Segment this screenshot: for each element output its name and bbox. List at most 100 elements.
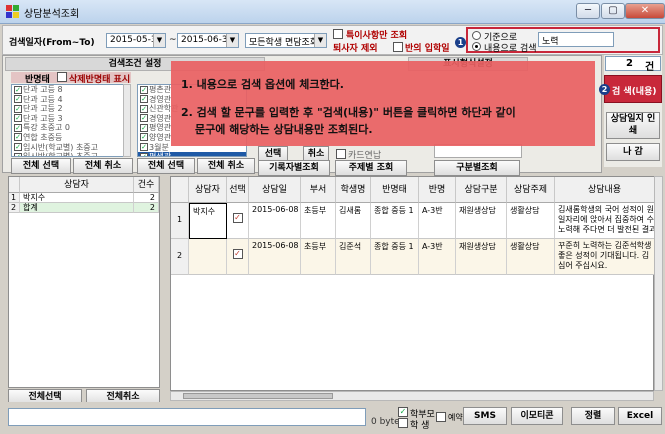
class-item-checkbox[interactable]: ✓ <box>14 104 22 113</box>
counsel-print-button[interactable]: 상담일지 인 쇄 <box>606 112 660 139</box>
select-cell[interactable]: ✓ <box>227 239 249 275</box>
content-search-input[interactable]: 노력 <box>538 32 614 47</box>
reserve-checkbox[interactable] <box>436 412 446 422</box>
sms-button[interactable]: SMS <box>463 407 507 425</box>
parent-checkbox[interactable]: ✓ <box>398 407 408 417</box>
column-header[interactable]: 상담주제 <box>507 177 555 203</box>
chevron-down-icon[interactable]: ▼ <box>314 34 326 47</box>
class-type-list[interactable]: ✓ 단과 고등 8 ✓ 단과 고등 4 ✓ 단과 고등 2 ✓ 단과 고등 3 ✓ 특강 초중고 … <box>11 84 131 157</box>
class-list-item[interactable]: ✓ 임시반(학교별) 초중고 <box>12 143 130 153</box>
title-bar: 상담분석조회 ─ ▢ ✕ <box>0 0 665 24</box>
card-payment-checkbox[interactable] <box>336 149 346 159</box>
teacher-item-checkbox[interactable]: ✓ <box>140 133 148 142</box>
right-panel: 2 건 2 검 색(내용) 상담일지 인 쇄 나 감 <box>599 55 662 167</box>
class-list-item[interactable]: ✓ 단과 고등 3 <box>12 114 130 124</box>
counselor-name-cell[interactable]: 합계 <box>20 203 134 213</box>
class-list-scrollbar[interactable] <box>123 84 131 157</box>
class-item-checkbox[interactable]: ✓ <box>14 133 22 142</box>
detail-class-cell: A-3반 <box>419 239 456 275</box>
radio-basic[interactable] <box>472 31 481 40</box>
cancel-all-button-2[interactable]: 전체 취소 <box>197 158 255 174</box>
detail-category-cell: 재원생상담 <box>456 239 507 275</box>
detail-content-cell: 꾸준히 노력하는 김준석학생 좋은 성적이 기대됩니다. 김 심어 주십시요. <box>555 239 655 275</box>
class-item-checkbox[interactable]: ✓ <box>14 143 22 152</box>
class-item-checkbox[interactable]: ✓ <box>14 85 22 94</box>
column-header[interactable]: 상담내용 <box>555 177 655 203</box>
select-all-button-1[interactable]: 전체 선택 <box>11 158 71 174</box>
close-button[interactable]: ✕ <box>625 3 665 19</box>
class-enroll-label: 반의 입학일 <box>405 44 450 54</box>
student-checkbox[interactable] <box>398 418 408 428</box>
class-list-item[interactable]: ✓ 특강 초중고 0 <box>12 123 130 133</box>
by-register-button[interactable]: 기록자별조회 <box>258 160 330 176</box>
teacher-item-checkbox[interactable]: ✓ <box>140 143 148 152</box>
detail-topic-cell: 생활상담 <box>507 239 555 275</box>
date-range-label: 검색일자(From~To) <box>9 38 95 48</box>
class-list-item[interactable]: ✓ 단과 고등 2 <box>12 104 130 114</box>
class-list-item[interactable]: ✓ 단과 고등 4 <box>12 95 130 105</box>
radio-content-search[interactable] <box>472 42 481 51</box>
teacher-item-checkbox[interactable]: ✓ <box>140 104 148 113</box>
calendar-dropdown-icon[interactable]: ▼ <box>153 34 165 47</box>
view-mode-select[interactable]: 모든학생 면담조회 ▼ <box>245 33 327 48</box>
sort-button[interactable]: 정렬 <box>571 407 615 425</box>
scroll-thumb[interactable] <box>183 393 333 399</box>
counselor-header: 상담자 <box>20 177 134 193</box>
row-select-checkbox[interactable]: ✓ <box>232 249 243 259</box>
teacher-item-checkbox[interactable]: ✓ <box>140 85 148 94</box>
date-to-field[interactable]: 2015-06-30 ▼ <box>177 33 239 48</box>
exit-button[interactable]: 나 감 <box>606 143 660 161</box>
detail-content-cell: 김새롬학생의 국어 성적이 원 일자리에 앉아서 집중하여 수 노력해 주다면 더 … <box>555 203 655 239</box>
special-only-checkbox[interactable] <box>333 29 343 39</box>
detail-horizontal-scrollbar[interactable] <box>170 391 654 401</box>
class-item-label: 단과 고등 8 <box>23 85 63 94</box>
reserve-label: 예약 <box>448 413 463 422</box>
class-list-item[interactable]: ✓ 임시반(학교별) 초중고 <box>12 152 130 156</box>
class-item-checkbox[interactable]: ✓ <box>14 152 22 156</box>
search-row: 검색일자(From~To) 2015-05-30 ▼ ~ 2015-06-30 ▼ … <box>2 25 663 55</box>
maximize-button[interactable]: ▢ <box>601 3 625 19</box>
teacher-list-item[interactable]: ✓ 평생관 <box>138 152 246 156</box>
counselor-name-cell[interactable]: 박지수 <box>20 193 134 203</box>
column-header[interactable]: 선택 <box>227 177 249 203</box>
column-header[interactable]: 반명태 <box>371 177 419 203</box>
class-list-item[interactable]: ✓ 연합 초중등 <box>12 133 130 143</box>
cancel-all-button-1[interactable]: 전체 취소 <box>73 158 133 174</box>
show-deleted-checkbox[interactable] <box>57 72 67 82</box>
teacher-item-checkbox[interactable]: ✓ <box>140 152 148 156</box>
calendar-dropdown-icon[interactable]: ▼ <box>226 34 238 47</box>
excel-button[interactable]: Excel <box>618 407 662 425</box>
display-format-field[interactable] <box>434 144 522 158</box>
class-item-checkbox[interactable]: ✓ <box>14 95 22 104</box>
class-list-item[interactable]: ✓ 단과 고등 8 <box>12 85 130 95</box>
row-select-checkbox[interactable]: ✓ <box>232 213 243 223</box>
column-header[interactable]: 상담일 <box>249 177 301 203</box>
teacher-item-checkbox[interactable]: ✓ <box>140 95 148 104</box>
select-cell[interactable]: ✓ <box>227 203 249 239</box>
column-header[interactable]: 부서 <box>301 177 336 203</box>
detail-class-cell: A-3반 <box>419 203 456 239</box>
teacher-item-checkbox[interactable]: ✓ <box>140 123 148 132</box>
class-enroll-checkbox[interactable] <box>393 42 403 52</box>
by-subject-button[interactable]: 주제별 조회 <box>335 160 407 176</box>
class-item-checkbox[interactable]: ✓ <box>14 123 22 132</box>
minimize-button[interactable]: ─ <box>576 3 600 19</box>
class-item-label: 단과 고등 4 <box>23 94 63 104</box>
student-label: 학 생 <box>410 421 430 431</box>
detail-vertical-scrollbar[interactable] <box>654 176 663 391</box>
column-header[interactable]: 상담자 <box>189 177 227 203</box>
column-header[interactable]: 반명 <box>419 177 456 203</box>
row-number: 1 <box>9 193 20 203</box>
emoticon-button[interactable]: 이모티콘 <box>511 407 563 425</box>
column-header[interactable]: 상담구분 <box>456 177 507 203</box>
search-content-button[interactable]: 2 검 색(내용) <box>599 75 662 103</box>
column-header[interactable]: 학생명 <box>336 177 371 203</box>
row-no-header <box>9 177 20 193</box>
detail-date-cell: 2015-06-08 <box>249 203 301 239</box>
date-from-field[interactable]: 2015-05-30 ▼ <box>106 33 166 48</box>
by-category-button[interactable]: 구분별조회 <box>434 160 520 176</box>
message-input[interactable] <box>8 408 366 426</box>
class-item-checkbox[interactable]: ✓ <box>14 114 22 123</box>
select-all-button-2[interactable]: 전체 선택 <box>137 158 195 174</box>
teacher-item-checkbox[interactable]: ✓ <box>140 114 148 123</box>
